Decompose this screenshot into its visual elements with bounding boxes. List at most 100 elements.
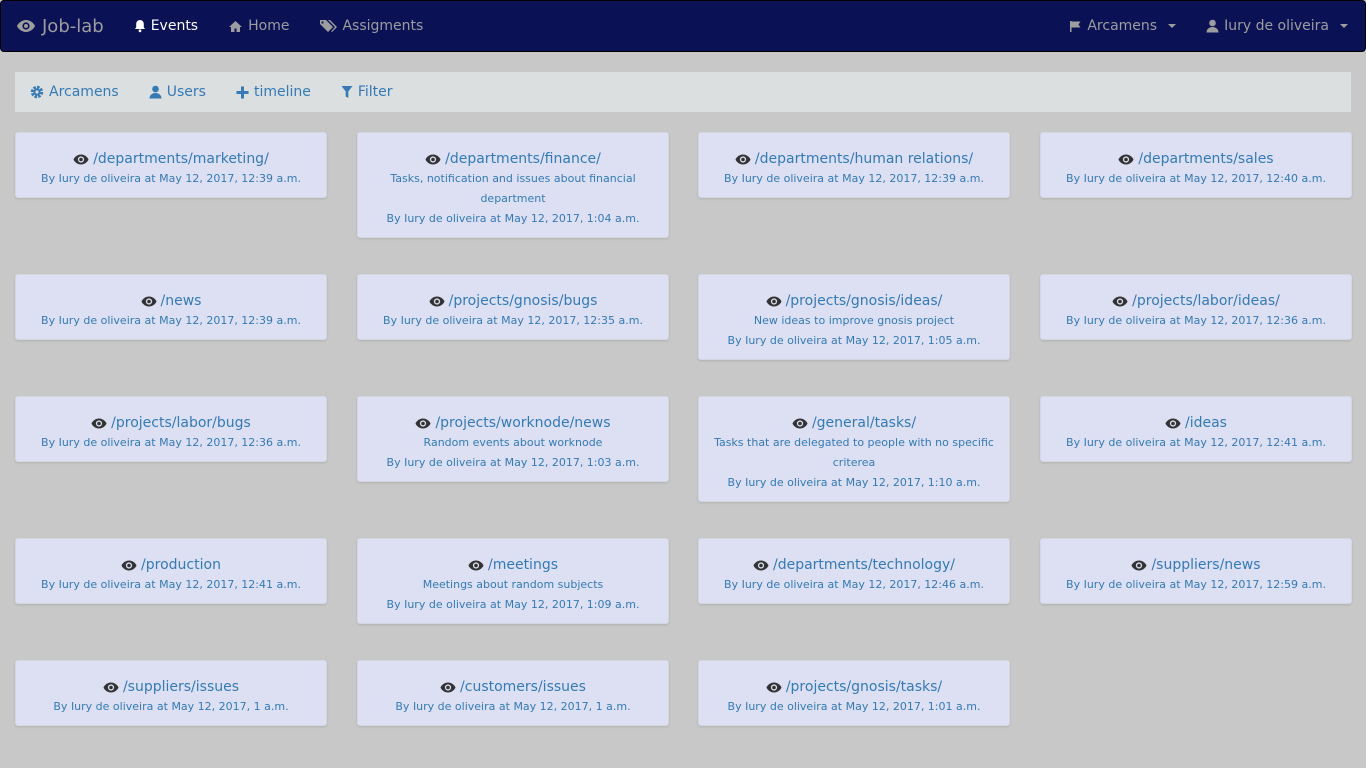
org-dropdown[interactable]: Arcamens: [1054, 1, 1191, 51]
card-title-link[interactable]: /departments/sales: [1055, 149, 1337, 169]
card-description: Meetings about random subjects: [422, 578, 604, 591]
card-by-label: By: [724, 172, 739, 185]
eye-icon: [753, 560, 769, 571]
nav-assigments[interactable]: Assigments: [304, 1, 438, 51]
card-description: Tasks, notification and issues about fin…: [390, 172, 636, 205]
card-author-link[interactable]: Iury de oliveira: [71, 700, 153, 713]
card-title-label: /departments/sales: [1138, 151, 1274, 167]
card-by-label: By: [53, 700, 68, 713]
card-by-label: By: [41, 172, 56, 185]
card-title-link[interactable]: /projects/worknode/news: [372, 413, 654, 433]
card-title-link[interactable]: /departments/finance/: [372, 149, 654, 169]
card-title-link[interactable]: /ideas: [1055, 413, 1337, 433]
home-icon: [228, 20, 243, 33]
card-title-label: /projects/worknode/news: [435, 415, 611, 431]
card-title-link[interactable]: /suppliers/news: [1055, 555, 1337, 575]
card-title-link[interactable]: /production: [30, 555, 312, 575]
nav-home[interactable]: Home: [213, 1, 304, 51]
event-card: /projects/gnosis/ideas/New ideas to impr…: [698, 274, 1010, 360]
card-title-link[interactable]: /meetings: [372, 555, 654, 575]
card-author-link[interactable]: Iury de oliveira: [742, 578, 824, 591]
user-icon: [149, 85, 162, 99]
toolbar-timeline[interactable]: timeline: [221, 72, 326, 112]
card-date: May 12, 2017, 12:39 a.m.: [842, 172, 984, 185]
card-author-link[interactable]: Iury de oliveira: [745, 334, 827, 347]
eye-icon: [1131, 560, 1147, 571]
card-meta: By Iury de oliveira at May 12, 2017, 12:…: [372, 311, 654, 331]
card-date: May 12, 2017, 1 a.m.: [171, 700, 289, 713]
event-card: /projects/labor/bugs By Iury de oliveira …: [15, 396, 327, 462]
card-author-link[interactable]: Iury de oliveira: [1084, 436, 1166, 449]
nav-events[interactable]: Events: [119, 1, 213, 51]
card-title-link[interactable]: /departments/technology/: [713, 555, 995, 575]
card-title-link[interactable]: /news: [30, 291, 312, 311]
toolbar-users-label: Users: [166, 84, 206, 100]
card-description: New ideas to improve gnosis project: [753, 314, 955, 327]
card-author-link[interactable]: Iury de oliveira: [59, 172, 141, 185]
toolbar-arcamens[interactable]: Arcamens: [15, 72, 134, 112]
eye-icon: [103, 682, 119, 693]
card-title-link[interactable]: /projects/gnosis/bugs: [372, 291, 654, 311]
card-description: Random events about worknode: [423, 436, 603, 449]
card-title-label: /departments/marketing/: [93, 151, 269, 167]
card-at-label: at: [831, 334, 843, 347]
card-at-label: at: [144, 578, 156, 591]
card-author-link[interactable]: Iury de oliveira: [742, 172, 824, 185]
event-card: /projects/labor/ideas/By Iury de oliveir…: [1040, 274, 1352, 340]
caret-down-icon: [1340, 24, 1348, 28]
card-author-link[interactable]: Iury de oliveira: [59, 314, 141, 327]
eye-icon: [792, 418, 808, 429]
card-author-link[interactable]: Iury de oliveira: [1084, 172, 1166, 185]
card-title-label: /news: [160, 293, 202, 309]
card-author-link[interactable]: Iury de oliveira: [404, 212, 486, 225]
card-title-link[interactable]: /projects/labor/ideas/: [1055, 291, 1337, 311]
card-date: May 12, 2017, 12:39 a.m.: [159, 314, 301, 327]
card-author-link[interactable]: Iury de oliveira: [404, 598, 486, 611]
card-author-link[interactable]: Iury de oliveira: [745, 700, 827, 713]
card-date: May 12, 2017, 12:41 a.m.: [159, 578, 301, 591]
card-at-label: at: [1169, 172, 1181, 185]
card-title-link[interactable]: /suppliers/issues: [30, 677, 312, 697]
card-by-label: By: [1066, 314, 1081, 327]
card-author-link[interactable]: Iury de oliveira: [401, 314, 483, 327]
eye-icon: [1112, 296, 1128, 307]
bell-icon: [134, 19, 146, 33]
card-title-label: /suppliers/issues: [122, 679, 240, 695]
toolbar-users[interactable]: Users: [134, 72, 221, 112]
card-author-link[interactable]: Iury de oliveira: [1084, 578, 1166, 591]
eye-icon: [1165, 418, 1181, 429]
eye-icon: [1118, 154, 1134, 165]
card-meta: By Iury de oliveira at May 12, 2017, 12:…: [30, 311, 312, 331]
card-date: May 12, 2017, 1:04 a.m.: [504, 212, 640, 225]
card-title-link[interactable]: /departments/marketing/: [30, 149, 312, 169]
card-author-link[interactable]: Iury de oliveira: [745, 476, 827, 489]
card-title-link[interactable]: /projects/gnosis/ideas/: [713, 291, 995, 311]
card-meta: By Iury de oliveira at May 12, 2017, 12:…: [30, 433, 312, 453]
card-meta: By Iury de oliveira at May 12, 2017, 1:1…: [713, 473, 995, 493]
nav-events-label: Events: [150, 18, 199, 34]
card-title-link[interactable]: /departments/human relations/: [713, 149, 995, 169]
card-meta: By Iury de oliveira at May 12, 2017, 12:…: [713, 169, 995, 189]
eye-icon: [73, 154, 89, 165]
brand-link[interactable]: Job-lab: [16, 1, 119, 51]
card-title-link[interactable]: /customers/issues: [372, 677, 654, 697]
card-author-link[interactable]: Iury de oliveira: [59, 436, 141, 449]
toolbar-filter[interactable]: Filter: [326, 72, 408, 112]
user-dropdown[interactable]: Iury de oliveira: [1191, 1, 1363, 51]
secondary-toolbar: Arcamens Users timeline Filter: [15, 72, 1351, 112]
card-author-link[interactable]: Iury de oliveira: [59, 578, 141, 591]
card-at-label: at: [827, 172, 839, 185]
card-author-link[interactable]: Iury de oliveira: [413, 700, 495, 713]
card-title-link[interactable]: /general/tasks/: [713, 413, 995, 433]
card-by-label: By: [383, 314, 398, 327]
card-by-label: By: [727, 476, 742, 489]
card-title-link[interactable]: /projects/gnosis/tasks/: [713, 677, 995, 697]
event-card: /projects/gnosis/tasks/By Iury de olivei…: [698, 660, 1010, 726]
card-author-link[interactable]: Iury de oliveira: [404, 456, 486, 469]
card-meta: By Iury de oliveira at May 12, 2017, 12:…: [713, 575, 995, 595]
event-card: /meetings Meetings about random subjects B…: [357, 538, 669, 624]
card-title-label: /projects/labor/bugs: [111, 415, 251, 431]
card-title-link[interactable]: /projects/labor/bugs: [30, 413, 312, 433]
nav-assigments-label: Assigments: [342, 18, 424, 34]
card-author-link[interactable]: Iury de oliveira: [1084, 314, 1166, 327]
